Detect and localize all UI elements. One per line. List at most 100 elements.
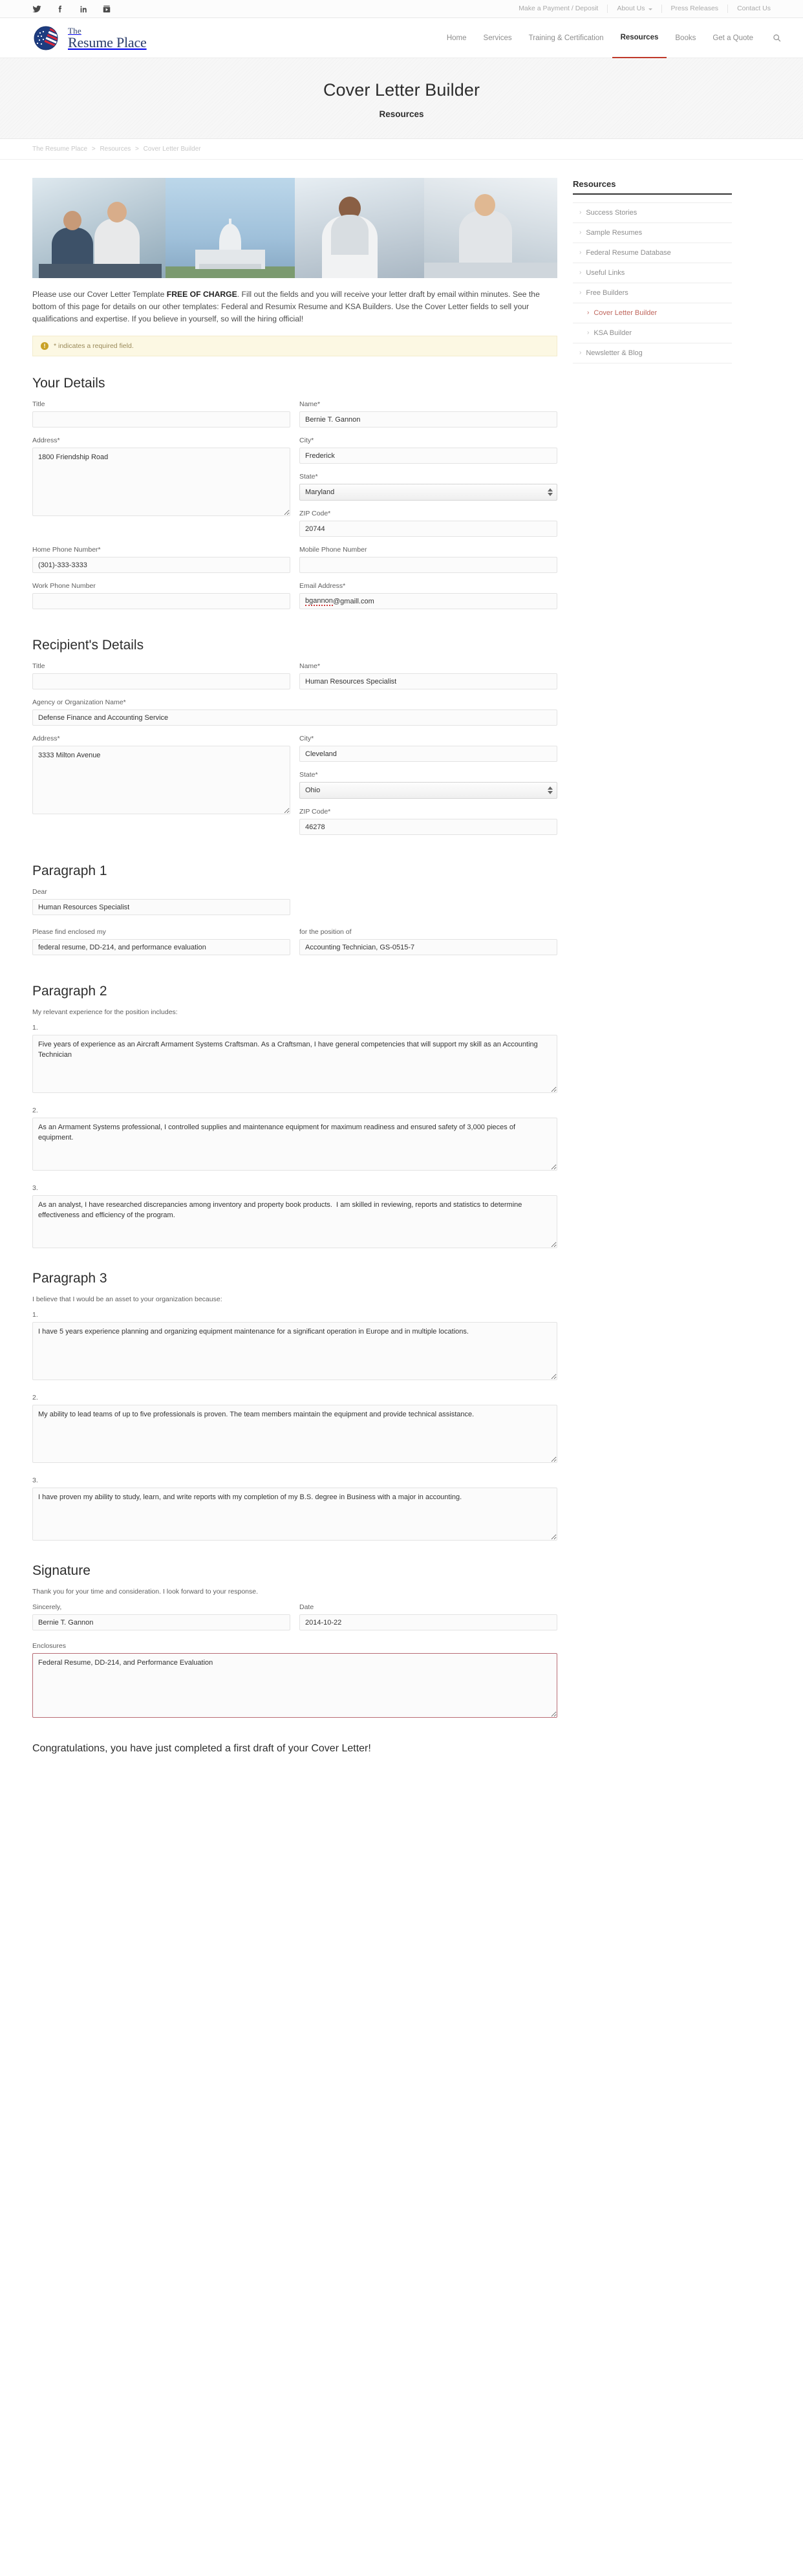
chevron-right-icon: › <box>579 289 582 296</box>
nav-item-training-certification[interactable]: Training & Certification <box>520 18 612 58</box>
your-address-field-group: Address* 1800 Friendship Road <box>32 437 290 546</box>
page-title: Cover Letter Builder <box>323 80 480 100</box>
email-input[interactable] <box>299 593 557 609</box>
your-name-input[interactable] <box>299 411 557 428</box>
paragraph3-heading: Paragraph 3 <box>32 1271 107 1286</box>
your-state-label: State* <box>299 473 318 481</box>
your-title-field-group: Title <box>32 400 290 437</box>
recipient-city-input[interactable] <box>299 746 557 762</box>
recipient-zip-input[interactable] <box>299 819 557 835</box>
paragraph3-item-3-textarea[interactable]: I have proven my ability to study, learn… <box>32 1488 557 1541</box>
main-navigation: Home Services Training & Certification R… <box>438 18 785 58</box>
sidebar-item-label: Useful Links <box>586 269 625 277</box>
sidebar-item-label: Free Builders <box>586 289 628 297</box>
brand-the: The <box>68 25 81 36</box>
mobile-phone-input[interactable] <box>299 557 557 573</box>
recipient-state-select[interactable]: Ohio <box>299 782 557 799</box>
date-input[interactable] <box>299 1614 557 1630</box>
site-logo[interactable]: The Resume Place <box>32 25 147 52</box>
closing-message: Congratulations, you have just completed… <box>32 1743 371 1754</box>
recipient-row-2: Agency or Organization Name* <box>32 698 557 735</box>
chevron-right-icon: › <box>587 309 590 316</box>
your-title-input[interactable] <box>32 411 290 428</box>
paragraph2-item-3-textarea[interactable]: As an analyst, I have researched discrep… <box>32 1195 557 1248</box>
sidebar-item-cover-letter-builder[interactable]: › Cover Letter Builder <box>573 303 732 323</box>
page-subtitle: Resources <box>379 109 424 119</box>
enclosed-label: Please find enclosed my <box>32 928 106 936</box>
paragraph2-item-1-number: 1. <box>32 1024 38 1032</box>
search-icon[interactable] <box>768 30 785 47</box>
paragraph2-item-3: 3. As an analyst, I have researched disc… <box>32 1184 557 1251</box>
brand-name: Resume Place <box>68 34 147 50</box>
utility-link-payment[interactable]: Make a Payment / Deposit <box>509 5 607 13</box>
your-state-select[interactable]: Maryland <box>299 484 557 501</box>
enclosed-input[interactable] <box>32 939 290 955</box>
paragraph2-item-2: 2. As an Armament Systems professional, … <box>32 1107 557 1174</box>
work-phone-input[interactable] <box>32 593 290 609</box>
utility-link-label: Contact Us <box>737 5 771 12</box>
recipient-title-label: Title <box>32 662 45 670</box>
site-header: The Resume Place Home Services Training … <box>0 18 803 58</box>
utility-link-contact-us[interactable]: Contact Us <box>727 5 780 13</box>
your-address-textarea[interactable]: 1800 Friendship Road <box>32 448 290 516</box>
utility-link-about-us[interactable]: About Us <box>607 5 661 13</box>
position-group: for the position of <box>299 928 557 964</box>
recipient-agency-input[interactable] <box>32 709 557 726</box>
sidebar-item-useful-links[interactable]: › Useful Links <box>573 263 732 283</box>
dear-input[interactable] <box>32 899 290 915</box>
home-phone-input[interactable] <box>32 557 290 573</box>
paragraph3-item-2-textarea[interactable]: My ability to lead teams of up to five p… <box>32 1405 557 1463</box>
utility-link-press-releases[interactable]: Press Releases <box>661 5 728 13</box>
sidebar-item-newsletter-blog[interactable]: › Newsletter & Blog <box>573 343 732 363</box>
your-zip-input[interactable] <box>299 521 557 537</box>
nav-item-home[interactable]: Home <box>438 18 475 58</box>
your-city-input[interactable] <box>299 448 557 464</box>
paragraph2-item-1: 1. Five years of experience as an Aircra… <box>32 1024 557 1096</box>
sidebar-item-success-stories[interactable]: › Success Stories <box>573 203 732 223</box>
your-details-row-1: Title Name* <box>32 400 557 437</box>
recipient-address-textarea[interactable]: 3333 Milton Avenue <box>32 746 290 814</box>
recipient-row-1: Title Name* <box>32 662 557 698</box>
paragraph1-spacer <box>299 888 557 924</box>
breadcrumb-item-resources[interactable]: Resources <box>100 146 131 153</box>
date-group: Date <box>299 1603 557 1640</box>
hero-panel-3 <box>295 178 424 278</box>
paragraph2-item-1-textarea[interactable]: Five years of experience as an Aircraft … <box>32 1035 557 1093</box>
recipient-name-input[interactable] <box>299 673 557 689</box>
chevron-right-icon: › <box>579 209 582 216</box>
paragraph3-item-2-number: 2. <box>32 1394 38 1402</box>
enclosures-group: Enclosures Federal Resume, DD-214, and P… <box>32 1642 557 1721</box>
nav-item-resources[interactable]: Resources <box>612 18 667 58</box>
enclosures-textarea[interactable]: Federal Resume, DD-214, and Performance … <box>32 1653 557 1718</box>
signature-heading: Signature <box>32 1563 91 1578</box>
home-phone-group: Home Phone Number* <box>32 546 290 582</box>
linkedin-icon[interactable] <box>79 5 88 14</box>
sidebar-item-sample-resumes[interactable]: › Sample Resumes <box>573 223 732 243</box>
twitter-icon[interactable] <box>32 5 41 14</box>
nav-item-get-a-quote[interactable]: Get a Quote <box>704 18 762 58</box>
position-input[interactable] <box>299 939 557 955</box>
sincerely-label: Sincerely, <box>32 1603 62 1611</box>
hero-panel-4 <box>424 178 557 278</box>
youtube-icon[interactable] <box>102 5 111 14</box>
intro-before: Please use our Cover Letter Template <box>32 290 167 299</box>
breadcrumb-item-home[interactable]: The Resume Place <box>32 146 87 153</box>
intro-paragraph: Please use our Cover Letter Template FRE… <box>32 288 557 325</box>
paragraph2-item-2-textarea[interactable]: As an Armament Systems professional, I c… <box>32 1118 557 1171</box>
utility-bar: Make a Payment / Deposit About Us Press … <box>0 0 803 18</box>
recipient-title-input[interactable] <box>32 673 290 689</box>
paragraph3-item-1-textarea[interactable]: I have 5 years experience planning and o… <box>32 1322 557 1380</box>
recipient-address-group: Address* 3333 Milton Avenue <box>32 735 290 844</box>
home-phone-label: Home Phone Number* <box>32 546 101 554</box>
your-name-label: Name* <box>299 400 321 408</box>
sincerely-input[interactable] <box>32 1614 290 1630</box>
recipient-zip-label: ZIP Code* <box>299 808 331 816</box>
nav-item-services[interactable]: Services <box>475 18 520 58</box>
required-field-notice-text: * indicates a required field. <box>54 342 134 350</box>
sidebar-item-federal-resume-database[interactable]: › Federal Resume Database <box>573 243 732 263</box>
nav-item-books[interactable]: Books <box>667 18 704 58</box>
facebook-icon[interactable] <box>56 5 65 14</box>
sidebar-item-ksa-builder[interactable]: › KSA Builder <box>573 323 732 343</box>
paragraph3-item-1: 1. I have 5 years experience planning an… <box>32 1311 557 1383</box>
sidebar-item-free-builders[interactable]: › Free Builders <box>573 283 732 303</box>
